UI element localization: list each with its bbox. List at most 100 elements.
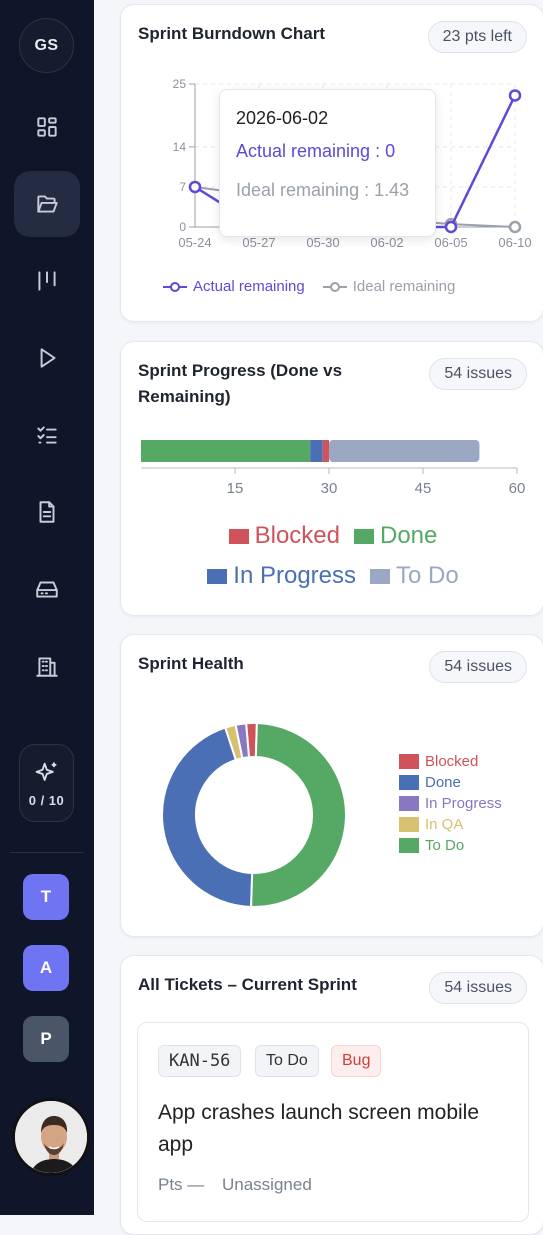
legend-label: To Do <box>396 562 459 589</box>
legend-ideal-label: Ideal remaining <box>352 278 456 295</box>
ai-usage-counter: 0 / 10 <box>28 792 65 808</box>
organization-nav-button[interactable] <box>14 633 80 699</box>
actual-point <box>444 220 458 234</box>
burndown-card: Sprint Burndown Chart 23 pts left 0 7 14 25… <box>120 4 543 322</box>
legend-label: In Progress <box>425 795 502 812</box>
y-tick-label: 0 <box>179 220 186 234</box>
tooltip-ideal-value: Ideal remaining : 1.43 <box>236 180 410 200</box>
legend-in-progress[interactable]: In Progress <box>207 562 356 590</box>
projects-nav-button[interactable] <box>14 171 80 237</box>
legend-ideal[interactable]: Ideal remaining <box>322 278 456 295</box>
progress-title: Sprint Progress (Done vs Remaining) <box>138 358 342 410</box>
legend-in-qa[interactable]: In QA <box>399 816 502 833</box>
user-profile-avatar[interactable] <box>12 1098 90 1176</box>
legend-blocked[interactable]: Blocked <box>399 753 502 770</box>
stacked-bar-segment <box>329 440 480 462</box>
legend-swatch <box>399 838 419 853</box>
ticket-summary: App crashes launch screen mobile app <box>158 1097 518 1161</box>
legend-swatch <box>399 775 419 790</box>
ai-assistant-button[interactable]: 0 / 10 <box>19 744 74 822</box>
sprint-health-card: Sprint Health 54 issues Blocked Done In … <box>120 634 543 937</box>
project-a-button[interactable]: A <box>23 945 69 991</box>
legend-done[interactable]: Done <box>399 774 502 791</box>
project-p-button[interactable]: P <box>23 1016 69 1062</box>
legend-label: In Progress <box>233 562 356 589</box>
stacked-bar-segment <box>322 440 329 462</box>
sprints-nav-button[interactable] <box>14 325 80 391</box>
inbox-nav-button[interactable] <box>14 556 80 622</box>
user-photo <box>15 1101 87 1173</box>
ticket-card[interactable]: KAN-56 To Do Bug App crashes launch scre… <box>137 1022 529 1222</box>
x-tick-label: 60 <box>509 480 526 497</box>
legend-label: In QA <box>425 816 464 833</box>
legend-line-marker <box>322 281 347 292</box>
legend-actual[interactable]: Actual remaining <box>163 278 305 295</box>
document-icon <box>39 501 55 523</box>
project-t-button[interactable]: T <box>23 874 69 920</box>
y-tick-label: 14 <box>173 140 187 154</box>
legend-label: Blocked <box>425 753 479 770</box>
legend-in-progress[interactable]: In Progress <box>399 795 502 812</box>
ticket-status-badge: To Do <box>255 1045 319 1077</box>
tickets-issues-badge: 54 issues <box>429 972 527 1004</box>
legend-swatch <box>399 754 419 769</box>
stacked-bar-segment <box>310 440 323 462</box>
chart-tooltip: 2026-06-02 Actual remaining : 0 Ideal re… <box>219 89 436 237</box>
actual-point <box>508 89 522 102</box>
legend-to-do[interactable]: To Do <box>370 562 459 590</box>
health-title: Sprint Health <box>138 654 244 673</box>
main-content: Sprint Burndown Chart 23 pts left 0 7 14 25… <box>94 0 543 1235</box>
sparkle-icon <box>35 762 56 781</box>
user-initials-avatar[interactable]: GS <box>19 18 74 73</box>
legend-to-do[interactable]: To Do <box>399 837 502 854</box>
building-icon <box>36 657 58 677</box>
legend-actual-label: Actual remaining <box>193 278 305 295</box>
legend-swatch <box>228 528 249 544</box>
progress-title-line-1: Sprint Progress (Done vs <box>138 361 343 380</box>
legend-swatch <box>207 568 228 584</box>
ticket-summary-line-2: app <box>158 1133 194 1156</box>
play-icon <box>40 348 56 368</box>
x-tick-label: 30 <box>321 480 338 497</box>
legend-line-marker <box>163 281 187 292</box>
tasks-nav-button[interactable] <box>14 402 80 468</box>
progress-issues-badge: 54 issues <box>429 358 527 390</box>
legend-blocked[interactable]: Blocked <box>228 522 340 550</box>
x-tick-label: 05-24 <box>178 235 211 250</box>
checklist-icon <box>37 426 57 444</box>
sprint-progress-card: Sprint Progress (Done vs Remaining) 54 i… <box>120 341 543 616</box>
health-issues-badge: 54 issues <box>429 651 527 683</box>
legend-swatch <box>399 796 419 811</box>
ticket-type-badge: Bug <box>331 1045 382 1077</box>
all-tickets-card: All Tickets – Current Sprint 54 issues K… <box>120 955 543 1235</box>
donut-slice <box>250 722 347 908</box>
inbox-icon <box>36 581 58 598</box>
x-tick-label: 06-05 <box>434 235 467 250</box>
x-tick-label: 15 <box>227 480 244 497</box>
actual-point <box>188 180 202 194</box>
sidebar-divider <box>10 852 84 853</box>
ideal-point <box>508 220 522 234</box>
docs-nav-button[interactable] <box>14 479 80 545</box>
tooltip-date: 2026-06-02 <box>236 108 329 128</box>
health-donut-chart <box>161 722 347 908</box>
grid-icon <box>37 117 57 137</box>
ticket-assignee: Unassigned <box>222 1175 312 1194</box>
x-tick-label: 05-30 <box>306 235 339 250</box>
burndown-legend: Actual remaining Ideal remaining <box>163 278 455 295</box>
health-legend: Blocked Done In Progress In QA To Do <box>399 753 502 854</box>
ticket-points: Pts — <box>158 1175 205 1194</box>
board-nav-button[interactable] <box>14 248 80 314</box>
ticket-summary-line-1: App crashes launch screen mobile <box>158 1101 480 1124</box>
progress-legend: Blocked Done In Progress To Do <box>121 522 543 590</box>
kanban-icon <box>38 271 56 291</box>
x-tick-label: 45 <box>415 480 432 497</box>
tickets-title: All Tickets – Current Sprint <box>138 975 357 994</box>
dashboard-nav-button[interactable] <box>14 94 80 160</box>
ticket-key[interactable]: KAN-56 <box>158 1045 242 1077</box>
legend-done[interactable]: Done <box>354 522 437 550</box>
legend-swatch <box>370 568 390 584</box>
legend-swatch <box>354 528 374 544</box>
legend-label: Done <box>380 522 438 549</box>
x-tick-label: 06-02 <box>370 235 403 250</box>
